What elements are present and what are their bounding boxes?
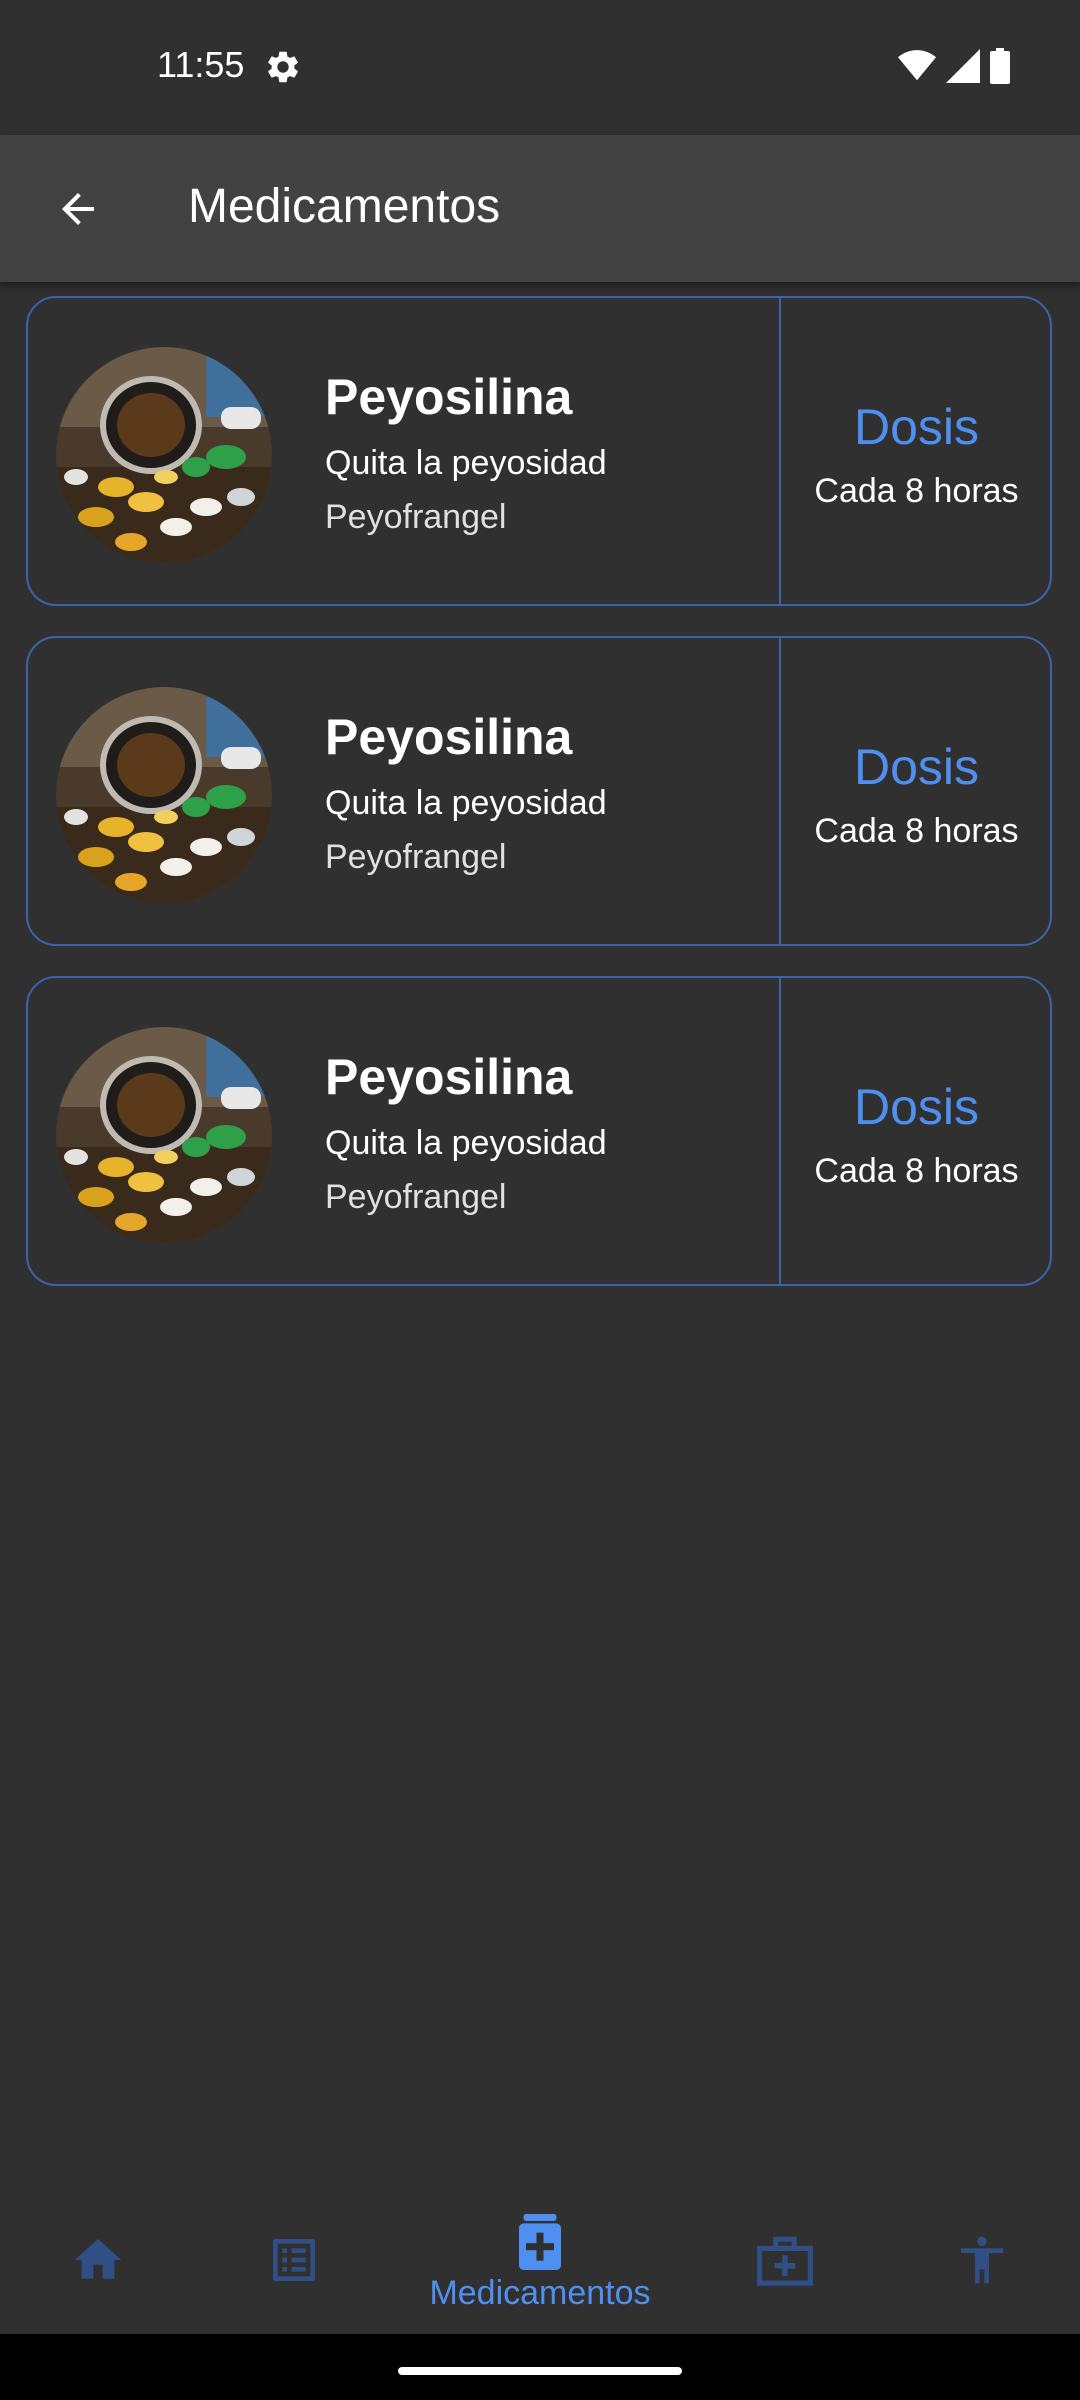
gesture-handle[interactable] [398,2367,682,2375]
dose-value: Cada 8 horas [814,472,1019,510]
battery-icon [990,48,1010,84]
dose-section: Dosis Cada 8 horas [781,638,1052,944]
app-bar: Medicamentos [0,135,1080,282]
nav-item-list[interactable] [254,2214,334,2324]
medication-image [56,347,272,563]
medical-kit-icon [757,2236,813,2286]
medication-card[interactable]: Peyosilina Quita la peyosidad Peyofrange… [26,296,1052,606]
medicine-bottle-icon [519,2214,561,2270]
arrow-back-icon [62,193,94,225]
gesture-navigation-area [0,2334,1080,2400]
list-icon [273,2239,315,2281]
nav-item-home[interactable] [58,2214,138,2324]
dose-title: Dosis [853,739,980,795]
medication-name: Peyosilina [325,1049,573,1105]
medication-card[interactable]: Peyosilina Quita la peyosidad Peyofrange… [26,976,1052,1286]
medication-lab: Peyofrangel [325,1178,507,1216]
dose-value: Cada 8 horas [814,812,1019,850]
medication-list: Peyosilina Quita la peyosidad Peyofrange… [26,296,1054,1316]
settings-gear-icon [268,51,298,83]
nav-label-medicamentos: Medicamentos [429,2274,651,2312]
accessibility-icon [961,2236,1003,2284]
medication-description: Quita la peyosidad [325,1124,607,1162]
page-title: Medicamentos [188,180,501,233]
bottom-navigation: Medicamentos [0,2194,1080,2334]
status-time: 11:55 [157,44,245,85]
medication-card[interactable]: Peyosilina Quita la peyosidad Peyofrange… [26,636,1052,946]
wifi-icon [898,50,936,81]
medication-lab: Peyofrangel [325,498,507,536]
nav-item-medical-kit[interactable] [745,2214,825,2324]
medication-image [56,1027,272,1243]
medication-name: Peyosilina [325,709,573,765]
cellular-signal-icon [946,49,980,83]
status-bar: 11:55 [0,0,1080,135]
dose-section: Dosis Cada 8 horas [781,978,1052,1284]
medication-lab: Peyofrangel [325,838,507,876]
medication-name: Peyosilina [325,369,573,425]
home-icon [74,2239,122,2279]
nav-item-medicamentos[interactable]: Medicamentos [410,2214,670,2324]
medication-image [56,687,272,903]
dose-title: Dosis [853,1079,980,1135]
back-button[interactable] [40,171,116,247]
dose-value: Cada 8 horas [814,1152,1019,1190]
medication-description: Quita la peyosidad [325,444,607,482]
dose-title: Dosis [853,399,980,455]
nav-item-accessibility[interactable] [942,2214,1022,2324]
dose-section: Dosis Cada 8 horas [781,298,1052,604]
status-icons [898,48,1010,84]
medication-description: Quita la peyosidad [325,784,607,822]
